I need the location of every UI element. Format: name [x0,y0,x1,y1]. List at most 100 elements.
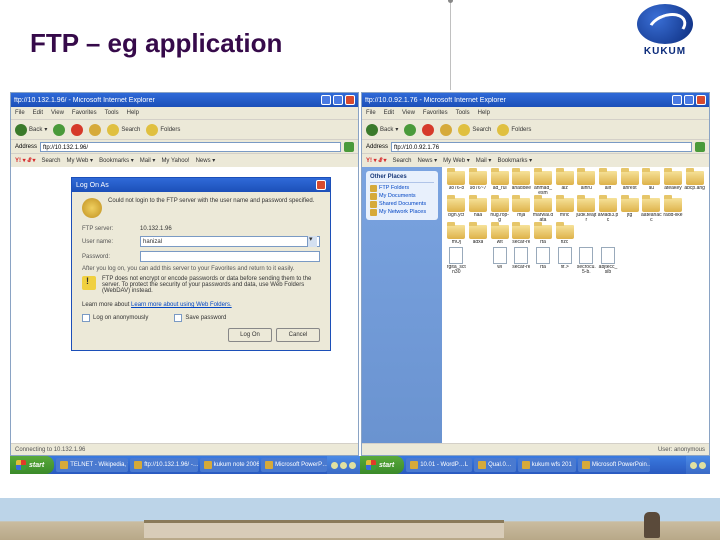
system-tray[interactable] [686,456,710,474]
forward-icon[interactable] [404,124,416,136]
folder-item[interactable]: 9876-8 [446,171,467,196]
folder-pane[interactable]: 9876-89876~7ad_rulahaddeeahmad_esmaizaih… [442,167,709,443]
folder-item[interactable] [641,225,662,245]
folder-item[interactable]: mric [554,198,575,223]
sidebar-item[interactable]: My Network Places [370,209,434,216]
link-myweb[interactable]: My Web ▾ [66,157,93,164]
folder-item[interactable]: abcp.ang [684,171,705,196]
folder-item[interactable] [598,225,619,245]
savepass-checkbox[interactable]: Save password [174,314,226,322]
taskbar-item[interactable]: Qual.0… [474,458,516,472]
folders-button[interactable]: Folders [497,124,531,136]
go-button[interactable] [344,142,354,152]
taskbar-item[interactable]: 10.01 - WordP…L [406,458,472,472]
maximize-button[interactable] [684,95,694,105]
folder-item[interactable]: ahaddee [511,171,532,196]
folder-item[interactable]: mOj [446,225,467,245]
folder-item[interactable]: alif [598,171,619,196]
folder-item[interactable] [576,225,597,245]
system-tray[interactable] [327,456,360,474]
home-icon[interactable] [89,124,101,136]
taskbar-item[interactable]: kukum note 2006 [200,458,259,472]
link-myweb[interactable]: My Web ▾ [443,157,470,164]
file-item[interactable] [684,247,705,275]
file-item[interactable] [641,247,662,275]
yahoo-toolbar-icon[interactable]: Y! ▾ 𝓔 ▾ [15,157,35,165]
forward-icon[interactable] [53,124,65,136]
left-titlebar[interactable]: ftp://10.132.1.96/ - Microsoft Internet … [11,93,358,107]
file-item[interactable] [468,247,489,275]
chevron-down-icon[interactable] [307,236,317,247]
menu-view[interactable]: View [402,110,415,116]
taskbar-item[interactable]: kukum wfs 201 [518,458,576,472]
folder-item[interactable]: ahmad_esm [533,171,554,196]
folder-item[interactable]: secar-rk [511,225,532,245]
link-search[interactable]: Search [392,158,411,164]
folder-item[interactable]: fizc [554,225,575,245]
file-item[interactable]: secrocu.5-b. [576,247,597,275]
link-mail[interactable]: Mail ▾ [476,157,492,164]
username-input[interactable]: hanizal [140,236,320,247]
minimize-button[interactable] [672,95,682,105]
sidebar-item[interactable]: Shared Documents [370,201,434,208]
cancel-button[interactable]: Cancel [276,328,320,342]
taskbar-item[interactable]: Microsoft PowerP… [261,458,327,472]
folder-item[interactable]: rta [533,225,554,245]
link-news[interactable]: News ▾ [417,157,437,164]
menu-help[interactable]: Help [478,110,490,116]
menu-file[interactable]: File [15,110,25,116]
folder-item[interactable]: marwal.data [533,198,554,223]
link-mail[interactable]: Mail ▾ [140,157,156,164]
menu-file[interactable]: File [366,110,376,116]
folder-item[interactable]: anrest [619,171,640,196]
folder-item[interactable]: adxa [468,225,489,245]
maximize-button[interactable] [333,95,343,105]
file-item[interactable]: secar-rk [511,247,532,275]
taskbar-item[interactable]: ftp://10.132.1.96/ -… [130,458,197,472]
file-item[interactable]: wi [489,247,510,275]
folder-item[interactable] [619,225,640,245]
menu-tools[interactable]: Tools [105,110,119,116]
search-button[interactable]: Search [107,124,140,136]
menu-tools[interactable]: Tools [456,110,470,116]
menu-help[interactable]: Help [127,110,139,116]
folder-item[interactable]: ateakey [663,171,684,196]
close-button[interactable] [696,95,706,105]
link-news[interactable]: News ▾ [196,157,216,164]
menu-favorites[interactable]: Favorites [423,110,448,116]
back-button[interactable]: Back ▾ [15,124,47,136]
search-button[interactable]: Search [458,124,491,136]
stop-icon[interactable] [71,124,83,136]
file-item[interactable]: rta [533,247,554,275]
file-item[interactable]: abjtecc_sib [598,247,619,275]
link-bookmarks[interactable]: Bookmarks ▾ [99,157,134,164]
start-button[interactable]: start [10,456,54,474]
menu-edit[interactable]: Edit [384,110,394,116]
stop-icon[interactable] [422,124,434,136]
taskbar-item[interactable]: TELNET - Wikipedia, t… [56,458,128,472]
folder-item[interactable]: ad_rul [489,171,510,196]
address-input[interactable]: ftp://10.0.92.1.76 [391,142,692,152]
folder-item[interactable]: hug.rop-g [489,198,510,223]
file-item[interactable] [619,247,640,275]
folders-button[interactable]: Folders [146,124,180,136]
file-item[interactable]: rgita_sctn30 [446,247,467,275]
folder-item[interactable]: aiz [554,171,575,196]
folder-item[interactable]: aMadi3.pc [598,198,619,223]
close-button[interactable] [345,95,355,105]
menu-favorites[interactable]: Favorites [72,110,97,116]
sidebar-item[interactable]: My Documents [370,193,434,200]
password-input[interactable] [140,251,320,262]
folder-item[interactable]: 9876~7 [468,171,489,196]
home-icon[interactable] [440,124,452,136]
file-item[interactable]: fif.> [554,247,575,275]
go-button[interactable] [695,142,705,152]
link-search[interactable]: Search [41,158,60,164]
folder-item[interactable]: jtg [619,198,640,223]
dialog-titlebar[interactable]: Log On As [72,178,330,192]
right-titlebar[interactable]: ftp://10.0.92.1.76 - Microsoft Internet … [362,93,709,107]
folder-item[interactable]: wit [489,225,510,245]
dialog-close-button[interactable] [316,180,326,190]
folder-item[interactable] [684,225,705,245]
menu-view[interactable]: View [51,110,64,116]
